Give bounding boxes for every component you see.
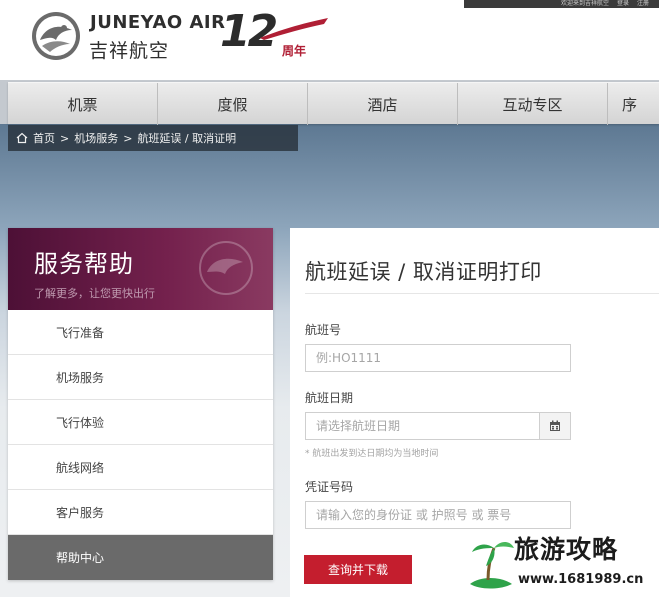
sidebar-item-route-network[interactable]: 航线网络 <box>8 445 273 490</box>
service-help-sidebar: 服务帮助 了解更多，让您更快出行 飞行准备 机场服务 飞行体验 航线网络 客户服… <box>8 228 273 580</box>
flight-date-picker <box>305 412 571 440</box>
topbar-login-link[interactable]: 登录 <box>617 0 629 8</box>
watermark-url: www.1681989.cn <box>518 572 644 587</box>
flight-date-label: 航班日期 <box>305 391 354 405</box>
main-nav: 机票 度假 酒店 互动专区 序 <box>8 82 659 125</box>
watermark: 旅游攻略 www.1681989.cn <box>466 528 659 597</box>
certificate-number-label: 凭证号码 <box>305 480 354 494</box>
anniversary-badge: 12 周年 <box>220 6 330 62</box>
topbar-welcome: 欢迎来到吉祥航空 <box>560 0 609 7</box>
breadcrumb-separator: > <box>60 131 70 145</box>
page-title: 航班延误 / 取消证明打印 <box>305 228 659 294</box>
juneyao-logo-icon[interactable] <box>30 10 82 62</box>
flight-date-hint: * 航班出发到达日期均为当地时间 <box>305 449 439 459</box>
brand-name-cn: 吉祥航空 <box>89 40 170 62</box>
breadcrumb-home[interactable]: 首页 <box>33 130 55 146</box>
nav-item-interactive[interactable]: 互动专区 <box>458 83 608 125</box>
watermark-text: 旅游攻略 <box>514 535 619 564</box>
palm-island-icon <box>470 542 514 589</box>
nav-item-more[interactable]: 序 <box>608 83 659 125</box>
decorative-pattern-icon <box>199 241 253 295</box>
topbar-register-link[interactable]: 注册 <box>637 0 649 8</box>
nav-item-flights[interactable]: 机票 <box>8 83 158 125</box>
breadcrumb: 首页 > 机场服务 > 航班延误 / 取消证明 <box>8 125 298 151</box>
home-icon[interactable] <box>16 132 28 144</box>
flight-number-input[interactable] <box>305 344 571 372</box>
sidebar-item-customer-service[interactable]: 客户服务 <box>8 490 273 535</box>
nav-item-holidays[interactable]: 度假 <box>158 83 308 125</box>
nav-item-hotels[interactable]: 酒店 <box>308 83 458 125</box>
sidebar-item-help-center[interactable]: 帮助中心 <box>8 535 273 580</box>
anniversary-unit: 周年 <box>282 44 307 58</box>
breadcrumb-separator: > <box>123 131 133 145</box>
query-download-button[interactable]: 查询并下载 <box>304 555 412 584</box>
sidebar-item-flight-experience[interactable]: 飞行体验 <box>8 400 273 445</box>
flight-date-input[interactable] <box>305 412 571 440</box>
breadcrumb-current: 航班延误 / 取消证明 <box>137 132 237 145</box>
breadcrumb-airport-services[interactable]: 机场服务 <box>74 130 118 146</box>
flight-number-label: 航班号 <box>305 323 342 337</box>
brand-name-en: JUNEYAO AIR <box>90 12 226 33</box>
sidebar-item-airport-services[interactable]: 机场服务 <box>8 355 273 400</box>
sidebar-item-flight-prep[interactable]: 飞行准备 <box>8 310 273 355</box>
ribbon-icon <box>260 18 328 40</box>
sidebar-header: 服务帮助 了解更多，让您更快出行 <box>8 228 273 310</box>
top-utility-bar: 欢迎来到吉祥航空 登录 注册 <box>464 0 659 8</box>
site-header: 欢迎来到吉祥航空 登录 注册 JUNEYAO AIR 吉祥航空 12 周年 <box>0 0 659 80</box>
certificate-number-input[interactable] <box>305 501 571 529</box>
calendar-icon <box>550 420 560 431</box>
calendar-button[interactable] <box>539 412 571 440</box>
